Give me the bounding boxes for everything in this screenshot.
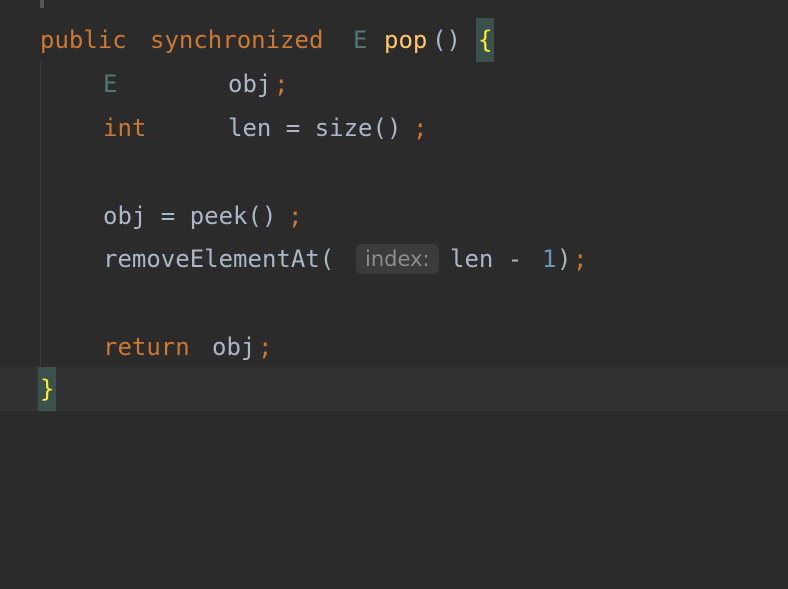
- open-brace-matched: {: [476, 18, 495, 62]
- semicolon: ;: [258, 333, 273, 361]
- fold-marker: [40, 0, 44, 8]
- variable-obj: obj: [228, 70, 272, 98]
- type-e: E: [353, 26, 368, 54]
- code-editor[interactable]: public synchronized E pop () { E obj ; i…: [0, 0, 788, 428]
- code-line-remove-element[interactable]: removeElementAt( index: len - 1 ) ;: [0, 237, 788, 281]
- close-paren: ): [557, 245, 572, 273]
- keyword-public: public: [40, 26, 127, 54]
- expression-len-size: len = size(): [228, 114, 402, 142]
- code-line-return[interactable]: return obj ;: [0, 325, 788, 369]
- semicolon: ;: [288, 202, 303, 230]
- keyword-synchronized: synchronized: [150, 26, 324, 54]
- parameter-hint-index: index:: [356, 244, 439, 274]
- semicolon: ;: [413, 114, 428, 142]
- code-line-close-brace[interactable]: }: [0, 367, 788, 411]
- code-line-declaration-obj[interactable]: E obj ;: [0, 62, 788, 106]
- code-line-signature[interactable]: public synchronized E pop () {: [0, 18, 788, 62]
- code-line-peek[interactable]: obj = peek() ;: [0, 194, 788, 238]
- keyword-return: return: [103, 333, 190, 361]
- close-brace-matched: }: [38, 367, 57, 411]
- method-name: pop: [384, 26, 428, 54]
- semicolon: ;: [573, 245, 588, 273]
- variable-obj: obj: [212, 333, 256, 361]
- argument-len-minus: len -: [450, 245, 537, 273]
- number-literal: 1: [542, 245, 557, 273]
- expression-obj-peek: obj = peek(): [103, 202, 277, 230]
- parens: (): [432, 26, 461, 54]
- code-line-declaration-len[interactable]: int len = size() ;: [0, 106, 788, 150]
- method-call-remove-element-at: removeElementAt(: [103, 245, 335, 273]
- keyword-int: int: [103, 114, 147, 142]
- semicolon: ;: [274, 70, 289, 98]
- type-e: E: [103, 70, 118, 98]
